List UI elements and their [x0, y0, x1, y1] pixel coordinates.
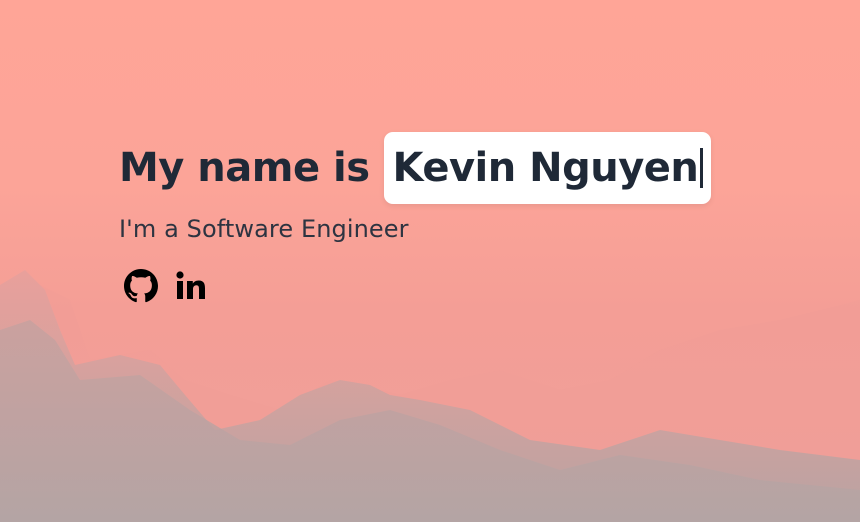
name-highlight-box: Kevin Nguyen	[383, 132, 712, 204]
github-link[interactable]	[124, 269, 158, 303]
subtitle: I'm a Software Engineer	[119, 215, 409, 243]
social-links	[124, 269, 711, 303]
linkedin-link[interactable]	[176, 271, 208, 301]
github-icon	[124, 269, 158, 303]
name-text: Kevin Nguyen	[392, 145, 699, 191]
typing-caret	[700, 148, 704, 188]
hero-section: My name is Kevin Nguyen I'm a Software E…	[119, 132, 712, 303]
headline-prefix: My name is	[119, 145, 370, 191]
headline: My name is Kevin Nguyen	[119, 132, 712, 204]
linkedin-icon	[176, 271, 205, 299]
